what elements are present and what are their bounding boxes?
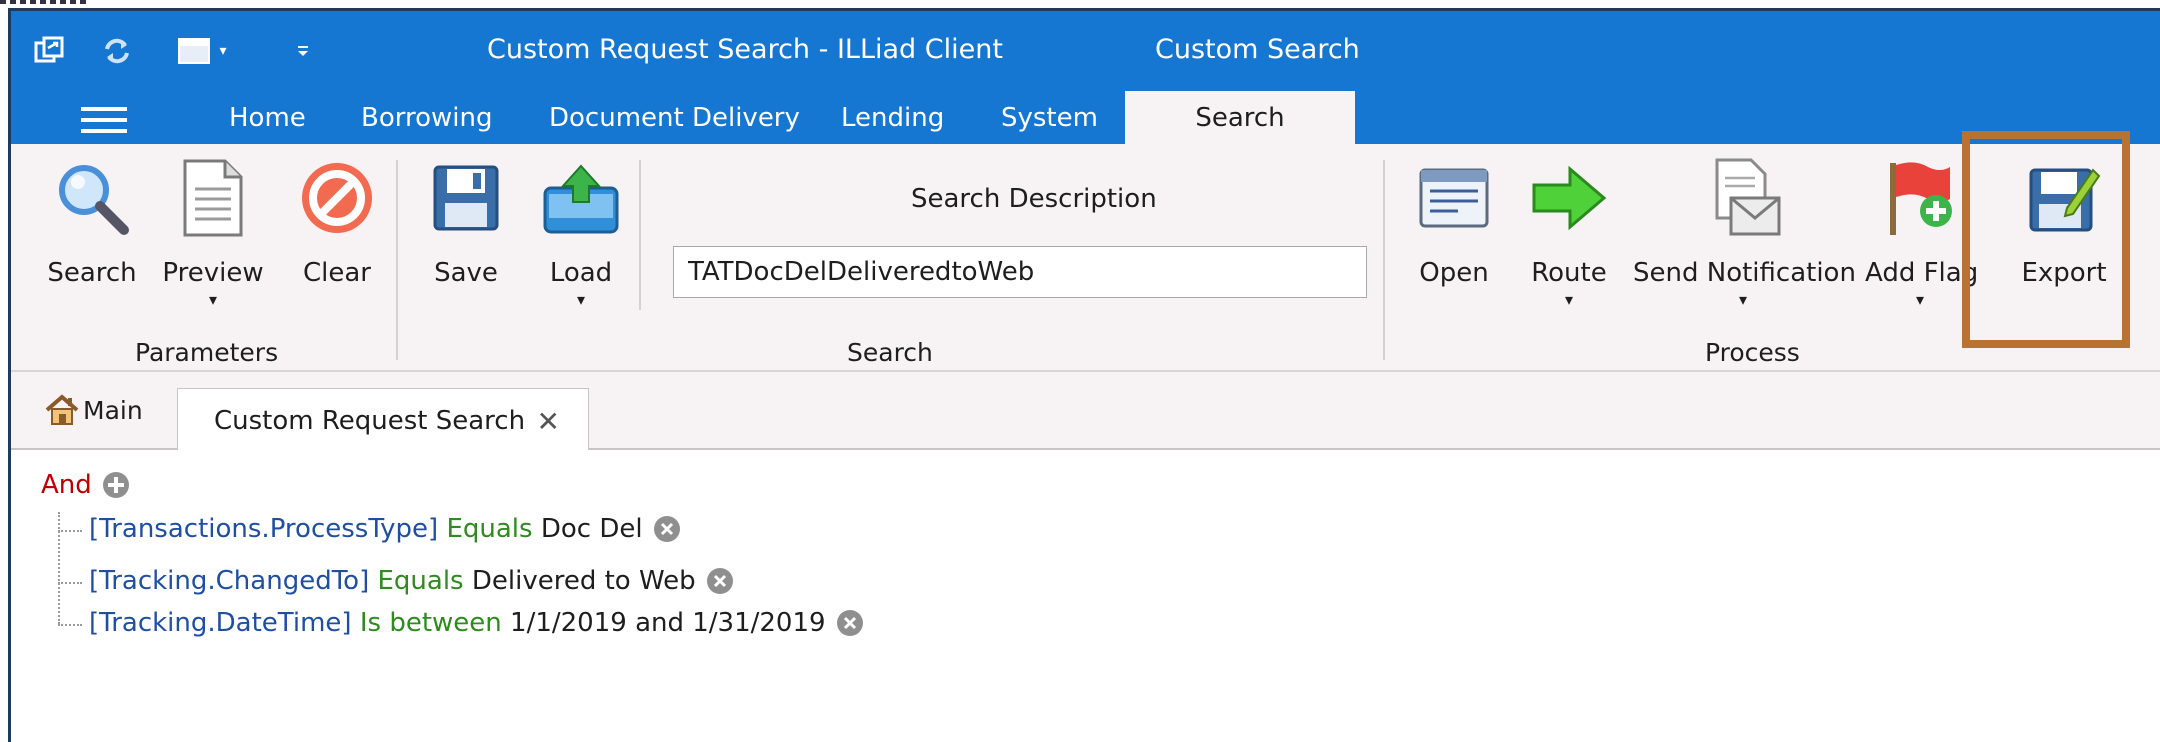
tab-main-label: Main <box>83 395 143 425</box>
load-icon <box>541 158 621 238</box>
search-button[interactable]: Search <box>37 158 147 288</box>
add-flag-dropdown-arrow: ▾ <box>1915 290 1925 309</box>
process-group-label: Process <box>1705 338 1800 367</box>
send-notification-dropdown-arrow: ▾ <box>1738 290 1748 309</box>
open-button-label: Open <box>1419 258 1489 288</box>
tree-connector <box>58 512 60 624</box>
group-separator <box>639 160 641 310</box>
floppy-icon <box>426 158 506 238</box>
send-notification-button[interactable]: Send Notification ▾ <box>1633 158 1856 309</box>
parameters-group-label: Parameters <box>135 338 279 367</box>
query-editor: And [Transactions.ProcessType] Equals Do… <box>11 450 2160 742</box>
search-group-label: Search <box>847 338 933 367</box>
remove-circle-icon[interactable] <box>653 515 681 543</box>
search-magnifier-icon <box>52 158 132 238</box>
search-description-label: Search Description <box>911 184 1157 214</box>
tab-search[interactable]: Search <box>1125 91 1355 144</box>
tree-connector <box>58 624 82 626</box>
condition-row: [Tracking.ChangedTo] Equals Delivered to… <box>89 566 734 596</box>
add-flag-label: Add Flag <box>1865 258 1979 288</box>
clear-button[interactable]: Clear <box>287 158 387 288</box>
tab-system[interactable]: System <box>1001 103 1098 133</box>
restore-icon[interactable] <box>31 33 67 69</box>
no-entry-icon <box>297 158 377 238</box>
route-dropdown-arrow: ▾ <box>1564 290 1574 309</box>
route-button-label: Route <box>1531 258 1607 288</box>
remove-circle-icon[interactable] <box>836 609 864 637</box>
save-button[interactable]: Save <box>421 158 511 288</box>
flag-icon <box>1880 158 1960 238</box>
load-button[interactable]: Load ▾ <box>531 158 631 308</box>
tab-home[interactable]: Home <box>229 103 306 133</box>
title-bar: ▾ Custom Request Search - ILLiad Client … <box>11 11 2160 89</box>
load-dropdown-arrow: ▾ <box>576 290 586 309</box>
ribbon-panel: Search Preview ▾ Clear Parameters Save L… <box>11 144 2160 372</box>
window-title: Custom Request Search - ILLiad Client <box>487 34 1003 65</box>
search-button-label: Search <box>47 258 137 288</box>
close-icon[interactable]: ✕ <box>537 405 560 438</box>
tab-custom-request-search[interactable]: Custom Request Search ✕ <box>177 388 589 452</box>
condition-row: [Transactions.ProcessType] Equals Doc De… <box>89 514 681 544</box>
condition-row: [Tracking.DateTime] Is between 1/1/2019 … <box>89 608 864 638</box>
document-tab-bar: Main Custom Request Search ✕ <box>11 372 2160 452</box>
load-button-label: Load <box>549 258 613 288</box>
condition-field[interactable]: [Tracking.DateTime] <box>89 608 352 638</box>
condition-operator[interactable]: Is between <box>360 608 502 638</box>
customize-icon[interactable] <box>285 33 321 69</box>
open-list-icon <box>1414 158 1494 238</box>
home-icon <box>45 394 79 426</box>
tree-connector <box>58 530 82 532</box>
condition-value[interactable]: 1/1/2019 and 1/31/2019 <box>510 608 826 638</box>
save-menu-arrow: ▾ <box>219 43 227 59</box>
preview-dropdown-arrow: ▾ <box>208 290 218 309</box>
condition-operator[interactable]: Equals <box>377 566 463 596</box>
send-notification-label: Send Notification <box>1633 258 1856 288</box>
document-icon <box>173 158 253 238</box>
group-separator <box>396 160 398 360</box>
envelope-icon <box>1703 158 1783 238</box>
export-button-label: Export <box>2021 258 2107 288</box>
add-circle-icon[interactable] <box>102 471 130 499</box>
condition-field[interactable]: [Tracking.ChangedTo] <box>89 566 369 596</box>
context-tab-title: Custom Search <box>1155 34 1360 65</box>
save-menu-icon[interactable]: ▾ <box>167 33 237 69</box>
condition-value[interactable]: Delivered to Web <box>472 566 696 596</box>
ribbon-tab-bar: Home Borrowing Document Delivery Lending… <box>11 89 2160 144</box>
clear-button-label: Clear <box>303 258 371 288</box>
save-button-label: Save <box>434 258 498 288</box>
top-strip-marks <box>0 0 88 4</box>
group-separator <box>1383 160 1385 360</box>
condition-operator[interactable]: Equals <box>446 514 532 544</box>
export-button[interactable]: Export <box>2009 158 2119 288</box>
search-description-input[interactable] <box>673 246 1367 298</box>
route-arrow-icon <box>1529 158 1609 238</box>
export-icon <box>2024 158 2104 238</box>
preview-button-label: Preview <box>162 258 264 288</box>
tree-connector <box>58 582 82 584</box>
query-root: And <box>41 470 130 500</box>
menu-icon[interactable] <box>81 107 127 140</box>
add-flag-button[interactable]: Add Flag ▾ <box>1865 158 1979 309</box>
condition-field[interactable]: [Transactions.ProcessType] <box>89 514 438 544</box>
refresh-icon[interactable] <box>99 33 135 69</box>
tab-lending[interactable]: Lending <box>841 103 944 133</box>
condition-value[interactable]: Doc Del <box>541 514 643 544</box>
tab-document-delivery[interactable]: Document Delivery <box>549 103 800 133</box>
operator-label[interactable]: And <box>41 470 92 500</box>
open-button[interactable]: Open <box>1409 158 1499 288</box>
route-button[interactable]: Route ▾ <box>1519 158 1619 308</box>
remove-circle-icon[interactable] <box>706 567 734 595</box>
tab-borrowing[interactable]: Borrowing <box>361 103 492 133</box>
tab-main[interactable]: Main <box>45 388 143 432</box>
tab-custom-request-search-label: Custom Request Search <box>214 405 526 436</box>
preview-button[interactable]: Preview ▾ <box>153 158 273 308</box>
